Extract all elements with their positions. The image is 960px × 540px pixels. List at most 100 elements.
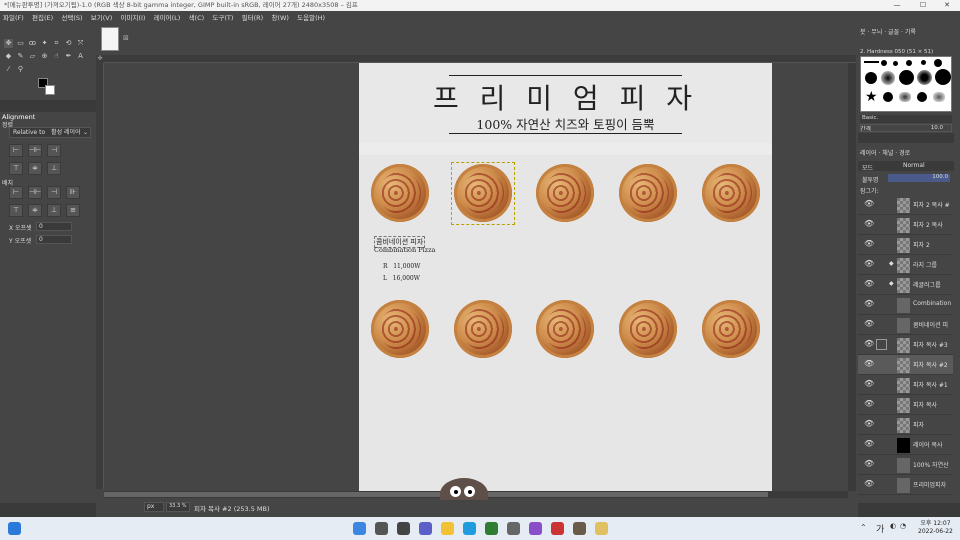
eye-icon[interactable]: 👁 (864, 260, 874, 268)
layer-row[interactable]: 👁 피자 2 (858, 235, 953, 255)
vertical-scrollbar[interactable] (848, 63, 856, 491)
distribute-right-button[interactable]: ⊣ (47, 186, 61, 199)
brush-grid[interactable]: ★ (860, 56, 952, 112)
menu-select[interactable]: 선택(S) (58, 11, 85, 25)
eye-icon[interactable]: 👁 (864, 240, 874, 248)
layer-row-selected[interactable]: 👁 피자 복사 #2 (858, 355, 953, 375)
tab-history[interactable]: 기록 (905, 29, 916, 36)
layer-row[interactable]: 👁 피자 2 복사 # (858, 195, 953, 215)
volume-icon[interactable]: ◔ (900, 522, 906, 530)
close-button[interactable]: ✕ (934, 0, 960, 11)
layer-row[interactable]: 👁 피자 복사 #3 (858, 335, 953, 355)
align-bottom-button[interactable]: ⊥ (47, 162, 61, 175)
layer-row[interactable]: 👁 피자 복사 #1 (858, 375, 953, 395)
eye-icon[interactable]: 👁 (864, 460, 874, 468)
network-icon[interactable]: ◐ (890, 522, 896, 530)
tab-channels[interactable]: 채널 (882, 150, 893, 157)
close-tab-icon[interactable]: ⊠ (123, 34, 129, 42)
visual-studio-icon[interactable] (529, 522, 542, 535)
chat-icon[interactable] (419, 522, 432, 535)
layer-row[interactable]: 👁 100% 자연산 (858, 455, 953, 475)
pizza-image[interactable] (536, 164, 594, 222)
eraser-icon[interactable]: ▱ (28, 52, 37, 61)
tab-paths[interactable]: 경로 (899, 150, 910, 157)
layer-row[interactable]: 👁 피자 복사 (858, 395, 953, 415)
crop-icon[interactable]: ⌗ (52, 39, 61, 48)
app-icon[interactable] (507, 522, 520, 535)
menu-view[interactable]: 보기(V) (88, 11, 115, 25)
layer-row[interactable]: 👁 ◆ 라지 그룹 (858, 255, 953, 275)
layer-row[interactable]: 👁 ◆ 레귤러그룹 (858, 275, 953, 295)
layer-row[interactable]: 👁 프리미엄피자 (858, 475, 953, 495)
tab-fonts[interactable]: 글꼴 (888, 29, 899, 36)
eye-icon[interactable]: 👁 (864, 280, 874, 288)
align-left-button[interactable]: ⊢ (9, 144, 23, 157)
layer-row[interactable]: 👁 피자 2 복사 (858, 215, 953, 235)
distribute-bottom-button[interactable]: ⊥ (47, 204, 61, 217)
unit-select[interactable]: px (144, 502, 164, 512)
move-tool-icon[interactable]: ✥ (4, 39, 13, 48)
minimize-button[interactable]: — (884, 0, 910, 11)
eye-icon[interactable]: 👁 (864, 360, 874, 368)
pizza-image[interactable] (371, 300, 429, 358)
file-explorer-icon[interactable] (441, 522, 454, 535)
x-offset-input[interactable]: 0 (36, 222, 72, 231)
pizza-image[interactable] (702, 164, 760, 222)
bucket-icon[interactable]: ◆ (4, 52, 13, 61)
distribute-hgap-button[interactable]: ⊪ (66, 186, 80, 199)
tray-chevron-icon[interactable]: ⌃ (860, 523, 867, 532)
distribute-hcenter-button[interactable]: ⊣⊢ (28, 186, 42, 199)
gimp-icon[interactable] (573, 522, 586, 535)
distribute-vcenter-button[interactable]: ≑ (28, 204, 42, 217)
text-tool-icon[interactable]: A (76, 52, 85, 61)
pizza-image[interactable] (371, 164, 429, 222)
align-hcenter-button[interactable]: ⊣⊢ (28, 144, 42, 157)
ime-indicator[interactable]: 가 (876, 522, 884, 535)
menu-tools[interactable]: 도구(T) (209, 11, 236, 25)
align-right-button[interactable]: ⊣ (47, 144, 61, 157)
path-icon[interactable]: ✒ (64, 52, 73, 61)
task-view-icon[interactable] (397, 522, 410, 535)
search-icon[interactable] (375, 522, 388, 535)
pizza-image[interactable] (702, 300, 760, 358)
distribute-top-button[interactable]: ⊤ (9, 204, 23, 217)
menu-image[interactable]: 이미지(I) (118, 11, 149, 25)
align-top-button[interactable]: ⊤ (9, 162, 23, 175)
pizza-image[interactable] (454, 300, 512, 358)
image-tab-thumbnail[interactable] (101, 27, 119, 51)
chain-icon[interactable]: ◆ (889, 280, 894, 287)
edge-icon[interactable] (463, 522, 476, 535)
menu-edit[interactable]: 편집(E) (29, 11, 56, 25)
zoom-select[interactable]: 33.3 % (166, 502, 190, 512)
document-canvas[interactable]: 프 리 미 엄 피 자 100% 자연산 치즈와 토핑이 듬뿍 콤비네이션 피자… (359, 63, 772, 491)
warp-icon[interactable]: ⤧ (76, 39, 85, 48)
distribute-vgap-button[interactable]: ≡ (66, 204, 80, 217)
clock[interactable]: 오후 12:07 2022-06-22 (918, 520, 953, 536)
brush-preset-select[interactable]: Basic. (860, 115, 952, 123)
menu-file[interactable]: 파일(F) (0, 11, 27, 25)
eye-icon[interactable]: 👁 (864, 480, 874, 488)
distribute-left-button[interactable]: ⊢ (9, 186, 23, 199)
layer-row[interactable]: 👁 콤비네이션 피 (858, 315, 953, 335)
eye-icon[interactable]: 👁 (864, 440, 874, 448)
widgets-icon[interactable] (8, 522, 21, 535)
fuzzy-select-icon[interactable]: ✦ (40, 39, 49, 48)
tab-brushes[interactable]: 붓 (860, 29, 866, 36)
mode-select[interactable]: Normal (903, 162, 933, 171)
eye-icon[interactable]: 👁 (864, 420, 874, 428)
relative-to-select[interactable]: Relative to 활성 레이어 ⌄ (9, 127, 91, 138)
layer-row[interactable]: 👁 피자 (858, 415, 953, 435)
maximize-button[interactable]: ☐ (910, 0, 936, 11)
chain-icon[interactable]: ◆ (889, 260, 894, 267)
eye-icon[interactable]: 👁 (864, 400, 874, 408)
spacing-input[interactable]: 10.0 (860, 124, 952, 132)
start-icon[interactable] (353, 522, 366, 535)
color-picker-icon[interactable]: ⁄ (4, 65, 13, 74)
align-vcenter-button[interactable]: ≑ (28, 162, 42, 175)
eye-icon[interactable]: 👁 (864, 220, 874, 228)
transform-icon[interactable]: ⟲ (64, 39, 73, 48)
menu-filters[interactable]: 필터(R) (239, 11, 267, 25)
ruler-corner[interactable]: ✜ (96, 55, 104, 63)
rect-select-icon[interactable]: ▭ (16, 39, 25, 48)
notes-icon[interactable] (595, 522, 608, 535)
